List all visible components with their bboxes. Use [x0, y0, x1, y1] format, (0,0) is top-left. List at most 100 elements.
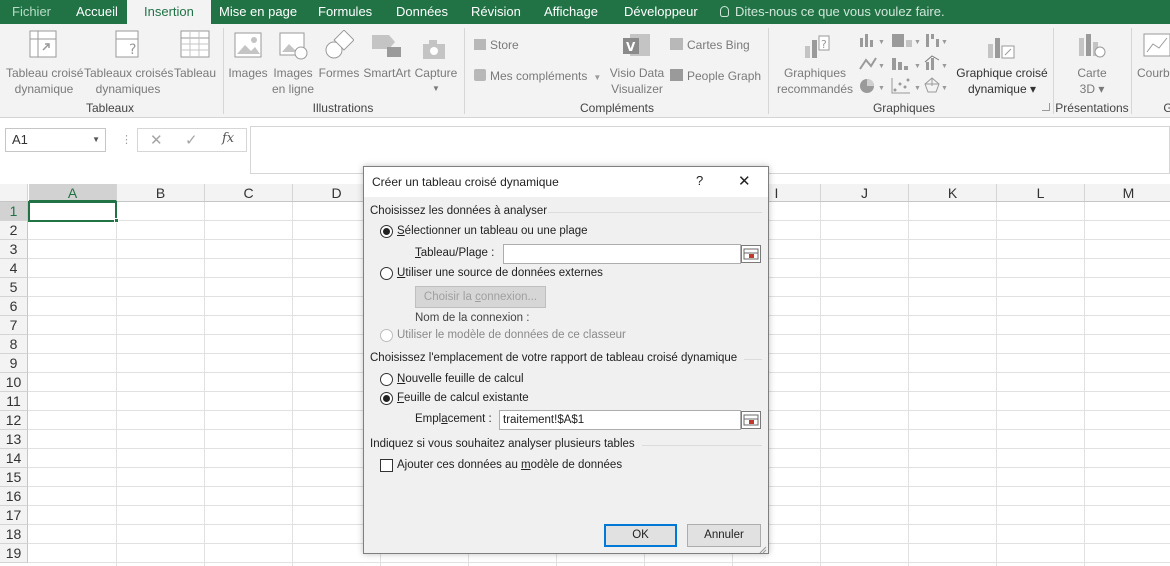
row-header[interactable]: 1: [0, 202, 28, 221]
close-button[interactable]: ✕: [738, 172, 751, 190]
cancel-icon[interactable]: ✕: [150, 131, 163, 149]
radio-existing-worksheet-label[interactable]: Feuille de calcul existante: [397, 392, 529, 404]
row-header[interactable]: 11: [0, 392, 28, 411]
radar-chart-icon[interactable]: ▼: [924, 77, 948, 93]
column-header[interactable]: B: [117, 184, 205, 202]
row-header[interactable]: 3: [0, 240, 28, 259]
tell-me-search[interactable]: Dites-nous ce que vous voulez faire.: [720, 0, 945, 24]
row-header[interactable]: 13: [0, 430, 28, 449]
svg-text:▼: ▼: [914, 63, 921, 70]
row-header[interactable]: 14: [0, 449, 28, 468]
pivot-chart-label: Graphique croisé dynamique ▾: [956, 66, 1048, 96]
column-header[interactable]: L: [997, 184, 1085, 202]
ribbon-tab-bar: Fichier Accueil Insertion Mise en page F…: [0, 0, 1170, 24]
fill-handle[interactable]: [114, 218, 119, 223]
my-addins-button[interactable]: Mes compléments ▼: [474, 69, 601, 85]
function-icon[interactable]: fx: [222, 131, 234, 146]
check-icon[interactable]: ✓: [185, 131, 198, 149]
add-to-data-model-checkbox[interactable]: [380, 459, 393, 472]
statistic-chart-icon[interactable]: ▼: [892, 58, 921, 70]
tab-fichier[interactable]: Fichier: [12, 0, 51, 24]
column-header[interactable]: K: [909, 184, 997, 202]
row-header[interactable]: 5: [0, 278, 28, 297]
grid-line: [996, 202, 997, 566]
tab-formules[interactable]: Formules: [318, 0, 372, 24]
store-button[interactable]: Store: [474, 38, 519, 54]
chevron-down-icon[interactable]: ▼: [92, 129, 100, 151]
group-label-tableaux: Tableaux: [85, 101, 135, 115]
table-range-input[interactable]: [503, 244, 741, 264]
waterfall-chart-icon[interactable]: ▼: [926, 34, 948, 47]
name-box[interactable]: A1 ▼: [5, 128, 106, 152]
radio-data-model[interactable]: [380, 329, 393, 342]
row-header[interactable]: 15: [0, 468, 28, 487]
pie-chart-icon[interactable]: ▼: [860, 79, 885, 93]
store-label: Store: [490, 38, 519, 52]
ok-button[interactable]: OK: [604, 524, 677, 547]
chevron-down-icon: ▼: [593, 73, 602, 82]
row-header[interactable]: 6: [0, 297, 28, 316]
column-header[interactable]: J: [821, 184, 909, 202]
add-to-data-model-label[interactable]: Ajouter ces données au modèle de données: [397, 459, 622, 471]
location-input[interactable]: traitement!$A$1: [499, 410, 741, 430]
bing-maps-button[interactable]: Cartes Bing: [670, 38, 750, 54]
drag-handle-icon[interactable]: ⋮: [121, 133, 132, 146]
visio-icon: V: [623, 34, 650, 56]
create-pivot-table-dialog: Créer un tableau croisé dynamique ? ✕ Ch…: [363, 166, 769, 554]
radio-external-source-label[interactable]: Utiliser une source de données externes: [397, 267, 603, 279]
hierarchy-chart-icon[interactable]: ▼: [892, 34, 921, 47]
row-header[interactable]: 7: [0, 316, 28, 335]
row-header[interactable]: 16: [0, 487, 28, 506]
grid-line: [908, 202, 909, 566]
grid-line: [28, 562, 1170, 563]
column-header[interactable]: A: [29, 184, 117, 202]
line-chart-icon[interactable]: ▼: [859, 57, 885, 70]
formula-buttons: ✕ ✓ fx: [137, 128, 247, 152]
cancel-button[interactable]: Annuler: [687, 524, 761, 547]
range-select-icon[interactable]: [741, 411, 761, 429]
row-header[interactable]: 18: [0, 525, 28, 544]
radio-select-range[interactable]: [380, 225, 393, 238]
range-select-icon[interactable]: [741, 245, 761, 263]
row-header[interactable]: 12: [0, 411, 28, 430]
tab-accueil[interactable]: Accueil: [76, 0, 118, 24]
column-header[interactable]: M: [1085, 184, 1170, 202]
radio-new-worksheet-label[interactable]: Nouvelle feuille de calcul: [397, 373, 524, 385]
select-all-corner[interactable]: [0, 184, 28, 202]
people-graph-button[interactable]: People Graph: [670, 69, 761, 85]
row-header[interactable]: 10: [0, 373, 28, 392]
radio-new-worksheet[interactable]: [380, 373, 393, 386]
row-header[interactable]: 19: [0, 544, 28, 563]
row-header[interactable]: 4: [0, 259, 28, 278]
row-header[interactable]: 2: [0, 221, 28, 240]
tab-developpeur[interactable]: Développeur: [624, 0, 698, 24]
tab-affichage[interactable]: Affichage: [544, 0, 598, 24]
help-button[interactable]: ?: [696, 173, 703, 188]
radio-external-source[interactable]: [380, 267, 393, 280]
tab-revision[interactable]: Révision: [471, 0, 521, 24]
row-header[interactable]: 17: [0, 506, 28, 525]
choose-connection-button[interactable]: Choisir la connexion...: [415, 286, 546, 308]
radio-existing-worksheet[interactable]: [380, 392, 393, 405]
active-cell-a1[interactable]: [28, 201, 117, 222]
tab-donnees[interactable]: Données: [396, 0, 448, 24]
group-separator: [223, 28, 224, 114]
scatter-chart-icon[interactable]: ▼: [891, 78, 921, 94]
tab-mise-en-page[interactable]: Mise en page: [219, 0, 297, 24]
column-header[interactable]: C: [205, 184, 293, 202]
radio-select-range-label[interactable]: Sélectionner un tableau ou une plage: [397, 225, 588, 237]
group-separator: [1131, 28, 1132, 114]
group-launcher-icon[interactable]: [1042, 103, 1050, 111]
group-label-illustrations: Illustrations: [312, 101, 374, 115]
my-addins-label: Mes compléments: [490, 69, 588, 83]
combo-chart-icon[interactable]: ▼: [924, 55, 948, 70]
images-label: Images: [228, 66, 268, 80]
section-location: Choisissez l'emplacement de votre rappor…: [370, 352, 738, 364]
grid-line: [1084, 202, 1085, 566]
row-header[interactable]: 8: [0, 335, 28, 354]
resize-grip-icon[interactable]: [759, 543, 767, 554]
row-header[interactable]: 9: [0, 354, 28, 373]
shapes-icon: [325, 30, 354, 59]
tab-insertion[interactable]: Insertion: [127, 0, 211, 24]
column-chart-icon[interactable]: ▼: [860, 34, 885, 47]
